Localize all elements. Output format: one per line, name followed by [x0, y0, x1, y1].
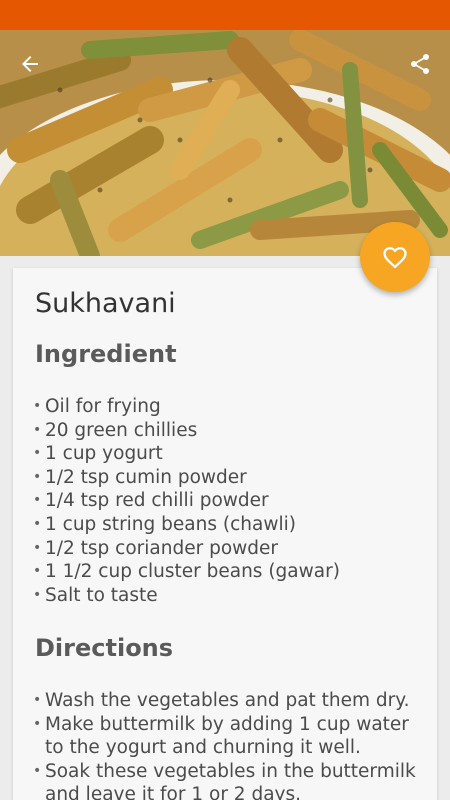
ingredient-item: 1 cup yogurt: [33, 442, 423, 466]
ingredients-heading: Ingredient: [35, 340, 177, 368]
directions-list: Wash the vegetables and pat them dry. Ma…: [33, 689, 423, 800]
share-icon: [411, 54, 429, 74]
ingredient-item: Oil for frying: [33, 395, 423, 419]
arrow-left-icon: [22, 56, 38, 72]
recipe-title: Sukhavani: [35, 288, 176, 319]
ingredient-item: 1/2 tsp cumin powder: [33, 466, 423, 490]
share-button[interactable]: [402, 46, 438, 82]
direction-step: Wash the vegetables and pat them dry.: [33, 689, 423, 713]
ingredients-list: Oil for frying 20 green chillies 1 cup y…: [33, 395, 423, 607]
ingredient-item: Salt to taste: [33, 584, 423, 608]
ingredient-item: 1/2 tsp coriander powder: [33, 537, 423, 561]
recipe-card: Sukhavani Ingredient Oil for frying 20 g…: [13, 268, 437, 800]
ingredient-item: 1/4 tsp red chilli powder: [33, 489, 423, 513]
ingredient-item: 1 1/2 cup cluster beans (gawar): [33, 560, 423, 584]
recipe-photo: [0, 30, 450, 256]
status-bar: [0, 0, 450, 30]
direction-step: Make buttermilk by adding 1 cup water to…: [33, 713, 423, 760]
ingredient-item: 1 cup string beans (chawli): [33, 513, 423, 537]
heart-outline-icon: [383, 247, 407, 269]
direction-step: Soak these vegetables in the buttermilk …: [33, 760, 423, 800]
directions-heading: Directions: [35, 634, 174, 662]
favorite-button[interactable]: [360, 222, 430, 292]
ingredient-item: 20 green chillies: [33, 419, 423, 443]
back-button[interactable]: [12, 46, 48, 82]
